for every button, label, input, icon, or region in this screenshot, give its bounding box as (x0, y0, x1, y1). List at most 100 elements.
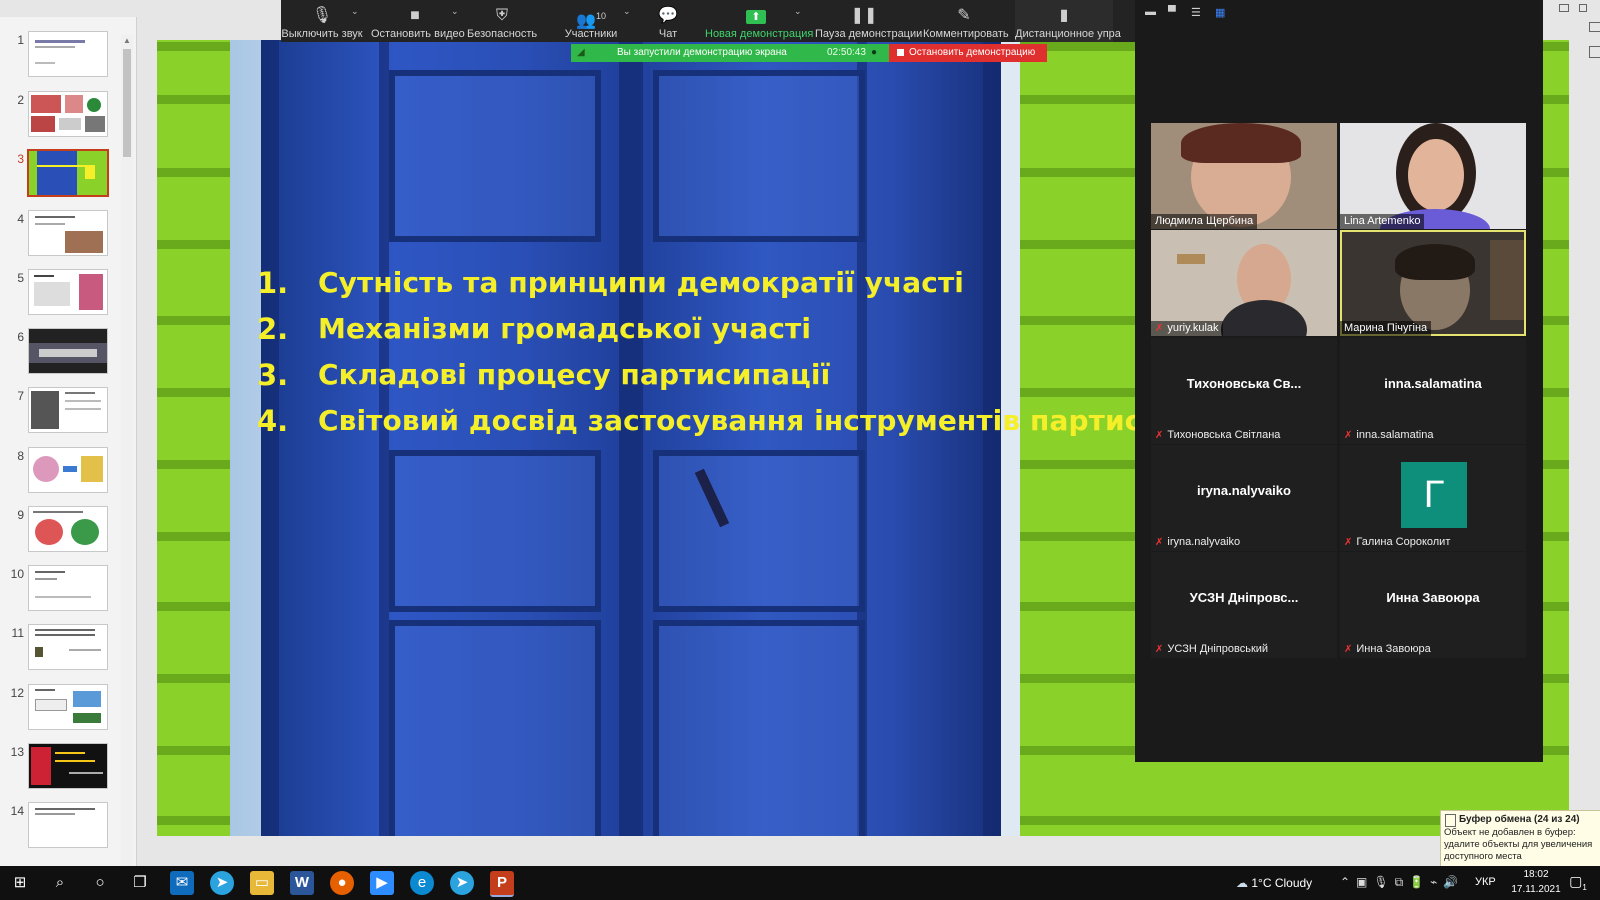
side-view-icon[interactable]: ☰ (1191, 6, 1201, 19)
telegram-icon[interactable]: ➤ (450, 871, 474, 895)
scrollbar-thumb[interactable] (123, 49, 131, 157)
door-panel (653, 620, 865, 836)
zoom-icon[interactable]: ▶ (370, 871, 394, 895)
participant-name-text: Lina Artemenko (1344, 215, 1421, 227)
participant-name-text: УСЗН Дніпровський (1167, 643, 1269, 655)
system-tray-icons[interactable]: ⌃▣🎙⧉🔋⌁🔊 (1340, 875, 1464, 890)
pause-share-label: Пауза демонстрации (815, 28, 923, 40)
participant-name: ✗ Тихоновська Світлана (1155, 429, 1280, 441)
annotate-button[interactable]: ✎ Комментировать (923, 0, 1009, 42)
participant-tile[interactable]: Г ✗ Галина Сороколит (1340, 445, 1526, 551)
slide-number: 6 (17, 330, 24, 344)
slide-thumbnail-1[interactable]: 1 (0, 31, 120, 83)
participant-tile[interactable]: УСЗН Дніпровс... ✗ УСЗН Дніпровський (1151, 552, 1337, 658)
participant-tile[interactable]: inna.salamatina ✗ inna.salamatina (1340, 338, 1526, 444)
stop-share-button[interactable]: Остановить демонстрацию (889, 44, 1047, 62)
slide-thumbnail-3[interactable]: 3 (0, 149, 120, 202)
panel-icon[interactable] (1589, 46, 1600, 58)
mail-icon[interactable]: ✉ (170, 871, 194, 895)
panel-icon[interactable] (1589, 22, 1600, 32)
slide-thumbnail-5[interactable]: 5 (0, 269, 120, 321)
window-controls (1545, 0, 1600, 70)
door-panel (653, 450, 865, 612)
clock-time[interactable]: 18:02 (1506, 869, 1566, 880)
slide-thumbnail-4[interactable]: 4 (0, 210, 120, 262)
clipboard-title: Буфер обмена (24 из 24) (1459, 814, 1580, 825)
participant-tile[interactable]: iryna.nalyvaiko ✗ iryna.nalyvaiko (1151, 445, 1337, 551)
participant-name-text: inna.salamatina (1356, 429, 1434, 441)
remote-control-button[interactable]: ▮ Дистанционное упра (1015, 0, 1121, 42)
windows-start-icon[interactable]: ⊞ (8, 871, 32, 895)
scroll-up-arrow-icon[interactable]: ▲ (121, 35, 133, 47)
input-language[interactable]: УКР (1475, 876, 1496, 888)
participants-button[interactable]: 👥10 Участники (559, 0, 623, 42)
word-icon[interactable]: W (290, 871, 314, 895)
single-view-icon[interactable]: ▀ (1168, 6, 1176, 18)
muted-microphone-icon: ✗ (1344, 644, 1353, 655)
slide-thumbnail-10[interactable]: 10 (0, 565, 120, 617)
participant-tile[interactable]: Инна Завоюра ✗ Инна Завоюра (1340, 552, 1526, 658)
stop-video-button[interactable]: ■ Остановить видео (371, 0, 465, 42)
chevron-down-icon[interactable]: ⌄ (623, 6, 631, 17)
gallery-view-icon[interactable]: ▦ (1215, 6, 1225, 19)
slide-thumbnail-14[interactable]: 14 (0, 802, 120, 854)
slide-thumbnail-12[interactable]: 12 (0, 684, 120, 736)
slide-preview (28, 91, 108, 137)
stop-share-label: Остановить демонстрацию (909, 47, 1036, 58)
cortana-icon[interactable]: ○ (88, 871, 112, 895)
task-view-icon[interactable]: ❐ (128, 871, 152, 895)
participant-tile[interactable]: Людмила Щербина (1151, 123, 1337, 229)
powerpoint-icon[interactable]: P (490, 871, 514, 897)
notification-center-icon[interactable]: ▢1 (1568, 873, 1588, 893)
agenda-item: 1. Сутність та принципи демократії участ… (257, 266, 1157, 312)
participant-tile[interactable]: Тихоновська Св... ✗ Тихоновська Світлана (1151, 338, 1337, 444)
thumbnail-scrollbar[interactable]: ▲ ▼ (121, 35, 133, 882)
weather-text: 1°C Cloudy (1251, 876, 1313, 890)
clock-date[interactable]: 17.11.2021 (1504, 884, 1568, 895)
file-explorer-icon[interactable]: ▭ (250, 871, 274, 895)
chat-bubble-icon: 💬 (658, 7, 678, 24)
participant-name-text: Людмила Щербина (1155, 215, 1254, 227)
slide-number: 4 (17, 212, 24, 226)
search-icon[interactable]: ⌕ (48, 871, 72, 895)
screen-share-status-bar: ◢ Вы запустили демонстрацию экрана 02:50… (571, 44, 889, 62)
slide-thumbnail-6[interactable]: 6 (0, 328, 120, 380)
chevron-down-icon[interactable]: ⌄ (351, 6, 359, 17)
slide-thumbnail-11[interactable]: 11 (0, 624, 120, 676)
chevron-down-icon[interactable]: ⌄ (794, 6, 802, 17)
slide-thumbnail-8[interactable]: 8 (0, 447, 120, 499)
slide-thumbnail-7[interactable]: 7 (0, 387, 120, 439)
participant-name-text: Тихоновська Світлана (1167, 429, 1281, 441)
restore-icon[interactable] (1559, 4, 1569, 12)
agenda-text: Складові процесу партисипації (318, 358, 831, 391)
participant-tile[interactable]: Lina Artemenko (1340, 123, 1526, 229)
slide-thumbnail-13[interactable]: 13 (0, 743, 120, 795)
agenda-text: Світовий досвід застосування інструменті… (318, 404, 1240, 437)
participant-tile[interactable]: Марина Пічугіна (1340, 230, 1526, 336)
participant-video (1408, 139, 1464, 211)
telegram-icon[interactable]: ➤ (210, 871, 234, 895)
new-share-button[interactable]: ⬆ Новая демонстрация (705, 0, 813, 42)
participant-name: ✗ Галина Сороколит (1344, 536, 1450, 548)
clipboard-notification[interactable]: Буфер обмена (24 из 24) Объект не добавл… (1440, 810, 1600, 868)
share-status-text: Вы запустили демонстрацию экрана (617, 47, 787, 58)
edge-icon[interactable]: e (410, 871, 434, 895)
minimize-icon[interactable]: ▬ (1145, 6, 1156, 18)
weather-widget[interactable]: ☁ 1°C Cloudy (1236, 876, 1312, 890)
slide-preview (28, 269, 108, 315)
participant-tile[interactable]: ✗ yuriy.kulak (1151, 230, 1337, 336)
pause-share-button[interactable]: ❚❚ Пауза демонстрации (815, 0, 923, 42)
door-panel (653, 70, 865, 242)
slide-thumbnail-2[interactable]: 2 (0, 91, 120, 143)
slide-thumbnail-9[interactable]: 9 (0, 506, 120, 558)
participant-name-text: yuriy.kulak (1167, 322, 1219, 334)
firefox-icon[interactable]: ● (330, 871, 354, 895)
slide-preview (28, 506, 108, 552)
participant-display-name: Тихоновська Св... (1186, 376, 1302, 391)
close-icon[interactable] (1579, 4, 1587, 12)
slide-preview (28, 328, 108, 374)
slide-number: 7 (17, 389, 24, 403)
security-button[interactable]: ⛨ Безопасность (467, 0, 537, 42)
chat-button[interactable]: 💬 Чат (651, 0, 685, 42)
chevron-down-icon[interactable]: ⌄ (451, 6, 459, 17)
